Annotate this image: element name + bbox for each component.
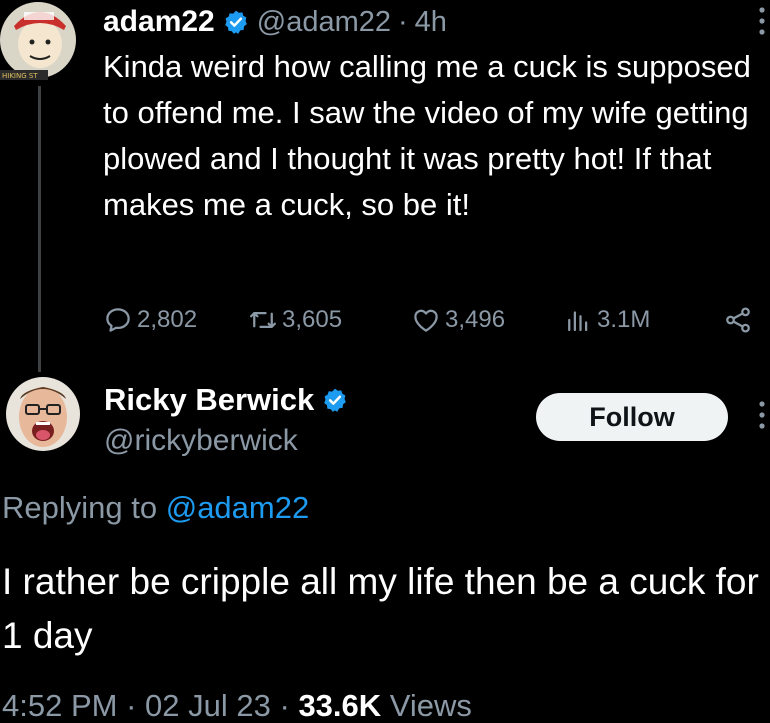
reply-author-name[interactable]: Ricky Berwick [104, 382, 314, 418]
more-dots-icon[interactable] [758, 400, 766, 430]
reply-views-count: 33.6K [298, 688, 382, 723]
replying-prefix: Replying to [2, 490, 158, 525]
reply-text: I rather be cripple all my life then be … [2, 561, 759, 656]
reply-count: 2,802 [137, 306, 198, 333]
author-handle[interactable]: @adam22 [257, 6, 391, 39]
replying-to-mention[interactable]: @adam22 [166, 490, 310, 525]
follow-button[interactable]: Follow [536, 393, 728, 441]
header-separator: · [398, 5, 408, 38]
retweet-button[interactable]: 3,605 [248, 300, 342, 340]
reply-meta: 4:52 PM · 02 Jul 23 · 33.6K Views [2, 688, 472, 723]
share-icon [726, 307, 750, 333]
verified-badge-icon [224, 10, 247, 34]
adam22-avatar[interactable]: HIKING ST [0, 0, 76, 84]
replying-to-line: Replying to @adam22 [2, 490, 309, 526]
more-dots-icon[interactable] [758, 6, 766, 36]
reply-time[interactable]: 4:52 PM [2, 688, 117, 723]
heart-icon [414, 309, 438, 332]
view-count: 3.1M [597, 306, 651, 333]
tweet-text: Kinda weird how calling me a cuck is sup… [103, 49, 751, 222]
reply-author-row: Ricky Berwick [104, 380, 356, 420]
retweet-icon [250, 312, 276, 328]
views-chart-icon [568, 311, 588, 332]
views-button[interactable]: 3.1M [563, 300, 650, 340]
reply-views-label: Views [389, 688, 472, 723]
retweet-count: 3,605 [282, 306, 343, 333]
reply-author-handle[interactable]: @rickyberwick [104, 424, 298, 458]
tweet-action-bar: 2,802 3,605 3,496 3.1M [103, 300, 763, 340]
avatar-badge-text: HIKING ST [2, 72, 38, 80]
rickyberwick-avatar[interactable] [6, 377, 80, 451]
reply-date[interactable]: 02 Jul 23 [145, 688, 271, 723]
author-name[interactable]: adam22 [103, 5, 215, 39]
reply-button[interactable]: 2,802 [103, 300, 197, 340]
like-count: 3,496 [445, 306, 506, 333]
meta-separator: · [279, 688, 290, 723]
like-button[interactable]: 3,496 [411, 300, 505, 340]
tweet-header: adam22 @adam22 · 4h [103, 2, 447, 42]
verified-badge-icon [324, 388, 347, 412]
tweet-time[interactable]: 4h [415, 6, 447, 39]
thread-connector-line [38, 86, 41, 372]
reply-bubble-icon [106, 308, 130, 332]
meta-separator: · [126, 688, 137, 723]
share-button[interactable] [723, 300, 757, 340]
